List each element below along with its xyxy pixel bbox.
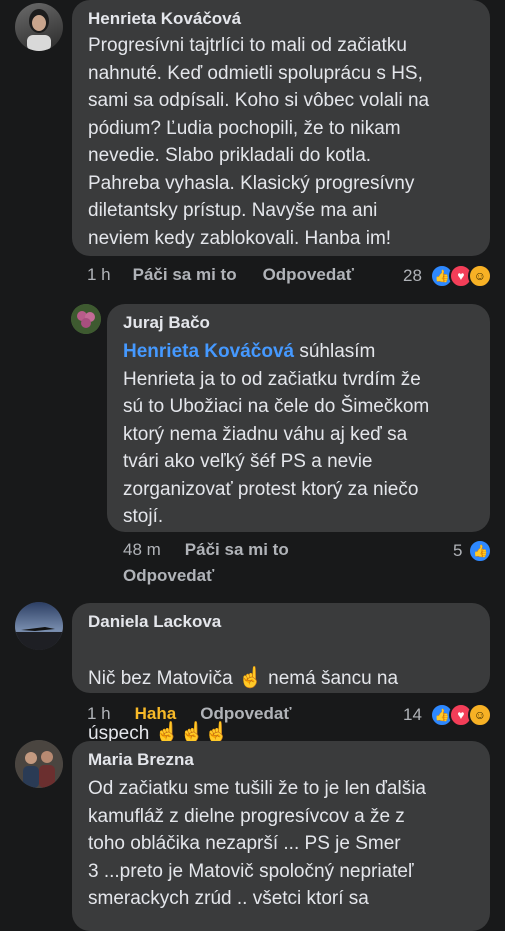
reaction-count: 28 — [403, 266, 422, 285]
reply-button[interactable]: Odpovedať — [123, 566, 214, 586]
comment-maria: Maria Brezna Od začiatku sme tušili že t… — [0, 735, 505, 931]
comment-henrieta: Henrieta Kováčová Progresívni tajtrlíci … — [0, 0, 505, 300]
haha-reaction-icon: ☺ — [467, 264, 492, 288]
like-button[interactable]: Páči sa mi to — [133, 265, 237, 285]
avatar[interactable] — [15, 602, 63, 650]
comment-text: Henrieta Kováčová súhlasím Henrieta ja t… — [123, 338, 474, 531]
comment-text: Od začiatku sme tušili že to je len ďalš… — [88, 778, 426, 909]
mention-link[interactable]: Henrieta Kováčová — [123, 341, 294, 362]
reaction-summary[interactable]: 28 👍 ♥ ☺ — [403, 264, 492, 288]
comment-time[interactable]: 1 h — [87, 704, 111, 724]
like-reaction-icon: 👍 — [468, 539, 493, 563]
reply-button[interactable]: Odpovedať — [200, 704, 291, 724]
comment-text-part: nemá šancu na — [262, 667, 399, 689]
comment-author[interactable]: Daniela Lackova — [88, 611, 474, 633]
like-button[interactable]: Páči sa mi to — [185, 540, 289, 560]
comment-actions: 1 h Haha Odpovedať — [87, 704, 292, 724]
comment-text: Nič bez Matoviča ☝ nemá šancu na úspech … — [88, 637, 474, 747]
comment-time[interactable]: 48 m — [123, 540, 161, 560]
comment-juraj: Juraj Bačo Henrieta Kováčová súhlasím He… — [0, 300, 505, 595]
haha-button[interactable]: Haha — [135, 704, 177, 724]
reaction-summary[interactable]: 14 👍 ♥ ☺ — [403, 703, 492, 727]
comment-actions: 48 m Páči sa mi to — [123, 540, 289, 560]
reaction-count: 14 — [403, 705, 422, 724]
avatar-landscape-icon — [15, 602, 63, 650]
comment-daniela: Daniela Lackova Nič bez Matoviča ☝ nemá … — [0, 595, 505, 744]
avatar[interactable] — [15, 3, 63, 51]
comment-bubble: Juraj Bačo Henrieta Kováčová súhlasím He… — [107, 304, 490, 532]
comment-bubble: Henrieta Kováčová Progresívni tajtrlíci … — [72, 0, 490, 256]
comment-author[interactable]: Maria Brezna — [88, 749, 474, 771]
comment-text-part: Nič bez Matoviča — [88, 667, 238, 689]
reaction-count: 5 — [453, 541, 463, 560]
comment-time[interactable]: 1 h — [87, 265, 111, 285]
avatar-photo-icon — [27, 9, 51, 51]
avatar-group-photo-icon — [15, 740, 63, 788]
avatar[interactable] — [71, 304, 101, 334]
comment-author[interactable]: Juraj Bačo — [123, 312, 474, 334]
comment-actions: 1 h Páči sa mi to Odpovedať — [87, 265, 354, 285]
reply-button[interactable]: Odpovedať — [263, 265, 354, 285]
haha-reaction-icon: ☺ — [467, 703, 492, 727]
comment-bubble: Daniela Lackova Nič bez Matoviča ☝ nemá … — [72, 603, 490, 744]
avatar[interactable] — [15, 740, 63, 788]
comment-bubble: Maria Brezna Od začiatku sme tušili že t… — [72, 741, 490, 931]
avatar-flower-icon — [71, 304, 101, 334]
comment-author[interactable]: Henrieta Kováčová — [88, 8, 474, 30]
comment-actions-row2: Odpovedať — [123, 566, 214, 586]
reaction-summary[interactable]: 5 👍 — [453, 539, 493, 563]
comment-text: Progresívni tajtrlíci to mali od začiatk… — [88, 35, 430, 249]
comment-text-body: súhlasím Henrieta ja to od začiatku tvrd… — [123, 341, 430, 527]
pointing-up-icon: ☝ — [237, 666, 263, 689]
